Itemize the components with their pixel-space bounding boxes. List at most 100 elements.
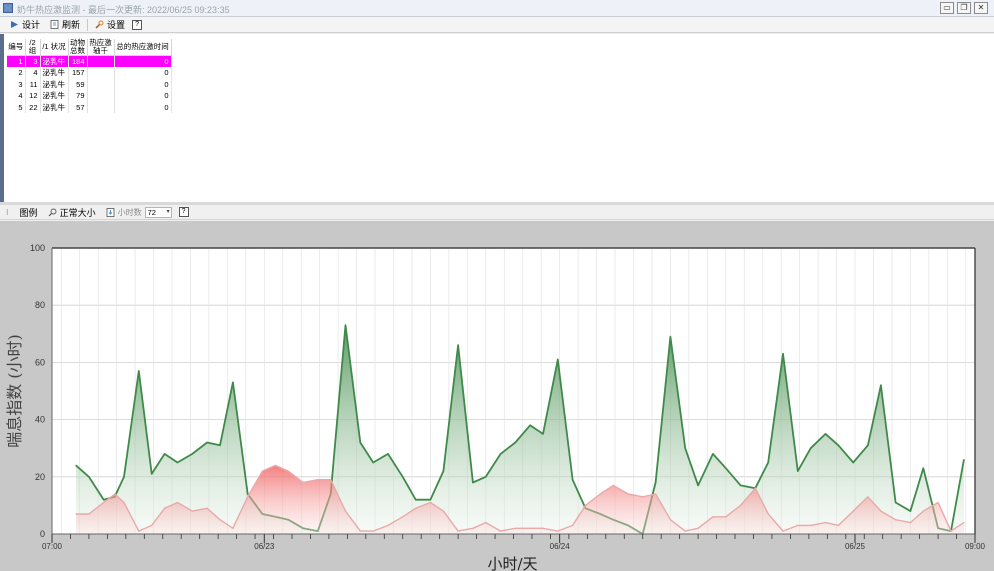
table-row[interactable]: 2 4 泌乳牛 157 0	[7, 67, 172, 79]
app-icon	[3, 3, 13, 13]
table-cell: 泌乳牛	[40, 90, 69, 102]
table-row[interactable]: 1 3 泌乳牛 184 0	[7, 55, 172, 67]
data-point	[810, 524, 812, 527]
x-tick-label: 09:00	[965, 542, 986, 551]
settings-button[interactable]: 设置	[92, 18, 128, 32]
table-header-row: 编号 /2 组 /1 状况 动物 总数 热应激 轴千 总的热应激时间	[7, 39, 172, 56]
data-point	[963, 521, 965, 524]
minimize-button[interactable]: ▭	[940, 2, 954, 14]
x-tick-label: 06/25	[845, 542, 866, 551]
data-point	[684, 530, 686, 532]
data-point	[767, 461, 769, 464]
data-point	[739, 504, 742, 506]
data-point	[442, 510, 444, 512]
main-toolbar: 设计 刷新 设置 ?	[0, 17, 994, 33]
data-point	[824, 521, 827, 524]
col-header-animal-total[interactable]: 动物 总数	[68, 39, 88, 56]
toolbar-grip: ⁝	[6, 207, 9, 217]
x-tick-label: 06/24	[550, 542, 571, 551]
data-point	[164, 507, 166, 509]
data-point	[88, 513, 90, 515]
data-point	[232, 527, 234, 529]
data-point	[810, 447, 812, 449]
data-point	[330, 479, 332, 481]
data-point	[529, 424, 531, 426]
data-point	[429, 501, 432, 504]
help-icon[interactable]: ?	[132, 19, 143, 30]
data-point	[880, 510, 882, 512]
data-point	[485, 476, 487, 478]
data-point	[824, 433, 827, 435]
data-point	[837, 524, 839, 527]
table-cell: 5	[7, 101, 26, 113]
table-cell: 泌乳牛	[40, 67, 69, 79]
hours-icon	[106, 207, 115, 217]
data-point	[123, 476, 125, 478]
table-row[interactable]: 4 12 泌乳牛 79 0	[7, 90, 172, 102]
window-controls: ▭ ❐ ✕	[940, 2, 988, 14]
data-point	[206, 441, 208, 444]
data-point	[627, 493, 629, 495]
data-point	[782, 353, 784, 355]
table-cell: 3	[7, 78, 26, 90]
x-axis-label: 小时/天	[487, 555, 537, 571]
data-point	[344, 510, 347, 512]
table-row[interactable]: 3 11 泌乳牛 59 0	[7, 78, 172, 90]
data-point	[669, 336, 672, 338]
data-point	[372, 530, 374, 532]
col-header-total-heat-stress-time[interactable]: 总的热应激时间	[114, 39, 172, 56]
col-header-heat-stress[interactable]: 热应激 轴千	[87, 39, 115, 56]
table-cell: 泌乳牛	[40, 78, 69, 90]
data-point	[176, 501, 179, 504]
hours-select[interactable]: 72 ▾	[144, 206, 172, 218]
table-cell: 2	[7, 67, 26, 79]
data-point	[767, 513, 769, 515]
data-point	[599, 493, 601, 495]
data-point	[542, 433, 544, 435]
table-cell: 0	[114, 78, 172, 90]
col-header-group[interactable]: /2 组	[25, 39, 41, 56]
col-header-status[interactable]: /1 状况	[40, 39, 69, 56]
table-cell: 57	[68, 101, 88, 113]
normal-size-button[interactable]: 正常大小	[45, 205, 99, 219]
data-point	[372, 461, 374, 464]
design-button[interactable]: 设计	[7, 18, 43, 32]
close-button[interactable]: ✕	[974, 2, 988, 14]
data-point	[402, 476, 404, 478]
refresh-button[interactable]: 刷新	[47, 18, 83, 32]
y-tick-label: 20	[35, 472, 45, 482]
data-point	[880, 384, 882, 386]
data-point	[164, 453, 166, 455]
x-tick-label: 06/23	[254, 542, 275, 551]
data-point	[909, 521, 911, 524]
zoom-icon	[48, 208, 57, 217]
data-point	[247, 496, 249, 498]
data-point	[232, 381, 234, 384]
legend-button[interactable]: 图例	[17, 205, 41, 219]
data-point	[895, 519, 897, 521]
toolbar-separator	[87, 18, 89, 31]
data-point	[206, 507, 208, 509]
data-point	[909, 510, 911, 512]
table-cell: 4	[25, 67, 41, 79]
chart-toolbar: ⁝ 图例 正常大小 小时数 72 ▾ ?	[0, 205, 994, 220]
data-point	[739, 484, 742, 486]
data-point	[542, 527, 544, 529]
col-header-id[interactable]: 编号	[7, 39, 26, 56]
settings-label: 设置	[107, 20, 126, 30]
data-point	[655, 493, 657, 495]
data-point	[457, 530, 459, 532]
table-row[interactable]: 5 22 泌乳牛 57 0	[7, 101, 172, 113]
data-point	[387, 453, 389, 455]
y-tick-label: 0	[40, 529, 45, 539]
data-point	[191, 510, 193, 512]
chart-help-icon[interactable]: ?	[178, 207, 189, 217]
restore-button[interactable]: ❐	[957, 2, 971, 14]
data-point	[219, 444, 221, 446]
data-point	[103, 501, 105, 504]
table-cell	[87, 90, 115, 102]
data-point	[584, 504, 587, 506]
data-point	[442, 470, 444, 472]
data-point	[895, 501, 897, 504]
data-point	[514, 441, 516, 444]
